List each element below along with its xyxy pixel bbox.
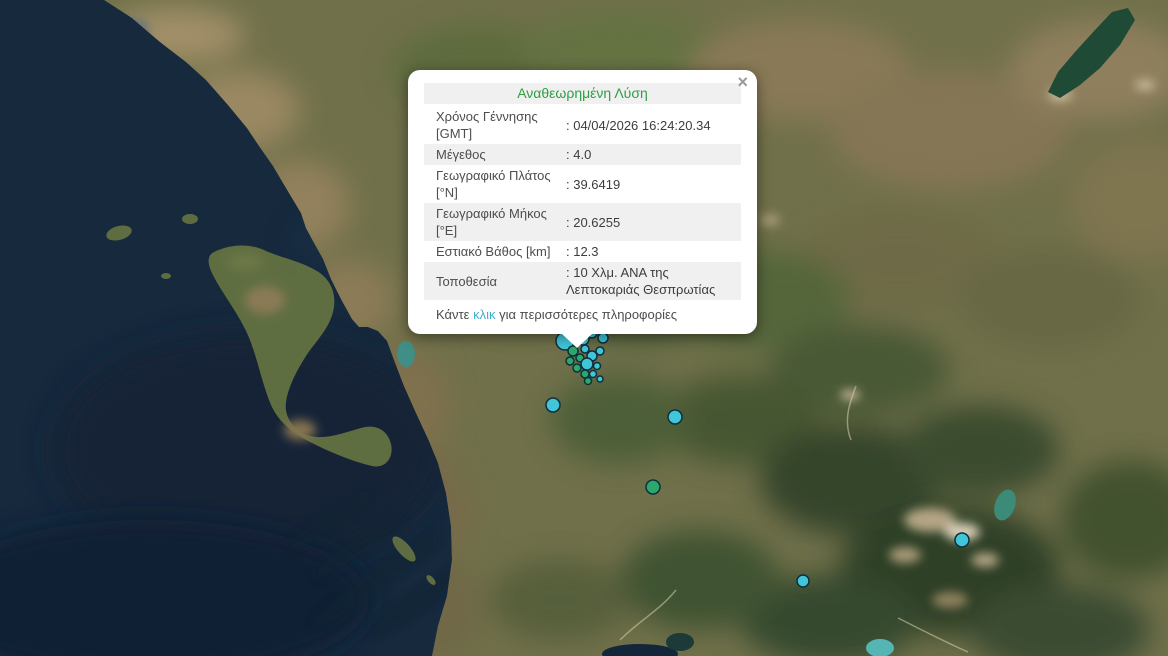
quake-marker[interactable] (581, 358, 593, 370)
popup-footer: Κάντε κλικ για περισσότερες πληροφορίες (424, 306, 741, 323)
close-icon[interactable]: × (737, 73, 748, 91)
table-row: Γεωγραφικό Πλάτος [°N] : 39.6419 (424, 165, 741, 203)
row-value: : 12.3 (566, 241, 741, 262)
footer-text-suffix: για περισσότερες πληροφορίες (495, 307, 677, 322)
row-label: Γεωγραφικό Μήκος [°E] (424, 203, 566, 241)
quake-marker[interactable] (597, 376, 603, 382)
row-label: Τοποθεσία (424, 262, 566, 300)
quake-marker[interactable] (585, 378, 592, 385)
quake-marker[interactable] (590, 371, 597, 378)
quake-marker[interactable] (797, 575, 809, 587)
quake-marker[interactable] (955, 533, 969, 547)
row-label: Χρόνος Γέννησης [GMT] (424, 106, 566, 144)
row-value: : 39.6419 (566, 165, 741, 203)
row-label: Μέγεθος (424, 144, 566, 165)
footer-text-prefix: Κάντε (436, 307, 473, 322)
table-row: Μέγεθος : 4.0 (424, 144, 741, 165)
row-value: : 10 Χλμ. ΑΝΑ της Λεπτοκαριάς Θεσπρωτίας (566, 262, 741, 300)
row-label: Εστιακό Βάθος [km] (424, 241, 566, 262)
row-value: : 04/04/2026 16:24:20.34 (566, 106, 741, 144)
table-row: Εστιακό Βάθος [km] : 12.3 (424, 241, 741, 262)
quake-marker[interactable] (646, 480, 660, 494)
row-label: Γεωγραφικό Πλάτος [°N] (424, 165, 566, 203)
table-row: Γεωγραφικό Μήκος [°E] : 20.6255 (424, 203, 741, 241)
earthquake-popup: × Αναθεωρημένη Λύση Χρόνος Γέννησης [GMT… (408, 70, 757, 334)
quake-marker[interactable] (668, 410, 682, 424)
more-info-link[interactable]: κλικ (473, 307, 495, 322)
popup-title: Αναθεωρημένη Λύση (424, 83, 741, 104)
quake-marker[interactable] (566, 357, 574, 365)
table-row: Χρόνος Γέννησης [GMT] : 04/04/2026 16:24… (424, 106, 741, 144)
quake-marker[interactable] (546, 398, 560, 412)
quake-marker[interactable] (573, 364, 581, 372)
earthquake-details-table: Χρόνος Γέννησης [GMT] : 04/04/2026 16:24… (424, 106, 741, 300)
quake-marker[interactable] (598, 333, 608, 343)
row-value: : 20.6255 (566, 203, 741, 241)
row-value: : 4.0 (566, 144, 741, 165)
table-row: Τοποθεσία : 10 Χλμ. ΑΝΑ της Λεπτοκαριάς … (424, 262, 741, 300)
quake-marker[interactable] (594, 363, 601, 370)
map-viewport: × Αναθεωρημένη Λύση Χρόνος Γέννησης [GMT… (0, 0, 1168, 656)
